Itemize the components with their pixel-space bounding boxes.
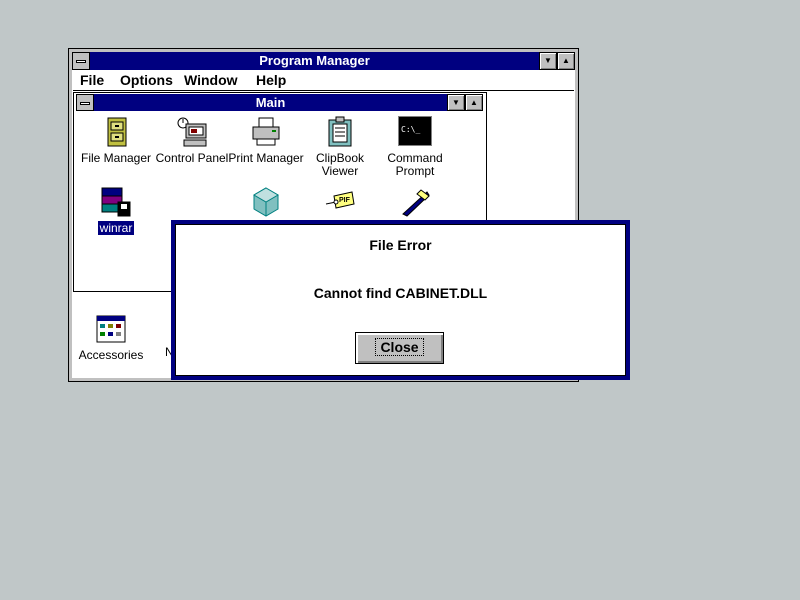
group-accessories[interactable]: Accessories <box>71 313 151 362</box>
icon-read-me[interactable] <box>375 186 455 222</box>
menu-bar: File Options Window Help <box>73 71 574 91</box>
maximize-icon[interactable]: ▲ <box>557 52 575 70</box>
menu-file[interactable]: File <box>80 72 104 89</box>
printer-icon <box>250 116 282 148</box>
system-menu-icon[interactable] <box>72 52 90 70</box>
accessories-label: Accessories <box>78 348 144 362</box>
icon-control-panel[interactable]: Control Panel <box>152 116 232 165</box>
control-panel-icon <box>176 116 208 148</box>
file-cabinet-icon <box>100 116 132 148</box>
main-system-menu-icon[interactable] <box>76 94 94 111</box>
close-button[interactable]: Close <box>355 332 444 364</box>
icon-file-manager[interactable]: File Manager <box>76 116 156 165</box>
dialog-message: Cannot find CABINET.DLL <box>313 285 488 301</box>
icon-print-manager[interactable]: Print Manager <box>226 116 306 165</box>
program-manager-title: Program Manager <box>90 52 539 70</box>
setup-icon <box>250 186 282 218</box>
file-error-dialog: File Error Cannot find CABINET.DLL Close <box>171 220 630 380</box>
main-minimize-icon[interactable]: ▼ <box>447 94 465 111</box>
clipbook-viewer-label: ClipBook Viewer <box>316 151 365 178</box>
menu-window[interactable]: Window <box>184 72 238 89</box>
winrar-label: winrar <box>97 221 135 235</box>
accessories-icon <box>95 313 127 345</box>
icon-winrar[interactable]: winrar <box>76 186 156 235</box>
clipbook-icon <box>324 116 356 148</box>
icon-command-prompt[interactable]: C:\_ Command Prompt <box>375 116 455 178</box>
pif-editor-icon: PIF <box>324 186 356 218</box>
main-maximize-icon[interactable]: ▲ <box>465 94 483 111</box>
icon-setup[interactable] <box>226 186 306 222</box>
icon-clipbook-viewer[interactable]: ClipBook Viewer <box>300 116 380 178</box>
print-manager-label: Print Manager <box>228 151 304 165</box>
read-me-icon <box>399 186 431 218</box>
main-title: Main <box>94 94 447 111</box>
pif-text: PIF <box>339 197 350 204</box>
command-prompt-glyph-text: C:\_ <box>401 125 421 134</box>
winrar-icon <box>100 186 132 218</box>
file-manager-label: File Manager <box>80 151 152 165</box>
command-prompt-icon: C:\_ <box>398 116 432 146</box>
control-panel-label: Control Panel <box>155 151 229 165</box>
menu-help[interactable]: Help <box>256 72 286 89</box>
icon-pif-editor[interactable]: PIF <box>300 186 380 222</box>
dialog-title: File Error <box>369 237 432 253</box>
command-prompt-label: Command Prompt <box>387 151 443 178</box>
menu-options[interactable]: Options <box>120 72 173 89</box>
minimize-icon[interactable]: ▼ <box>539 52 557 70</box>
close-button-label: Close <box>375 338 424 356</box>
